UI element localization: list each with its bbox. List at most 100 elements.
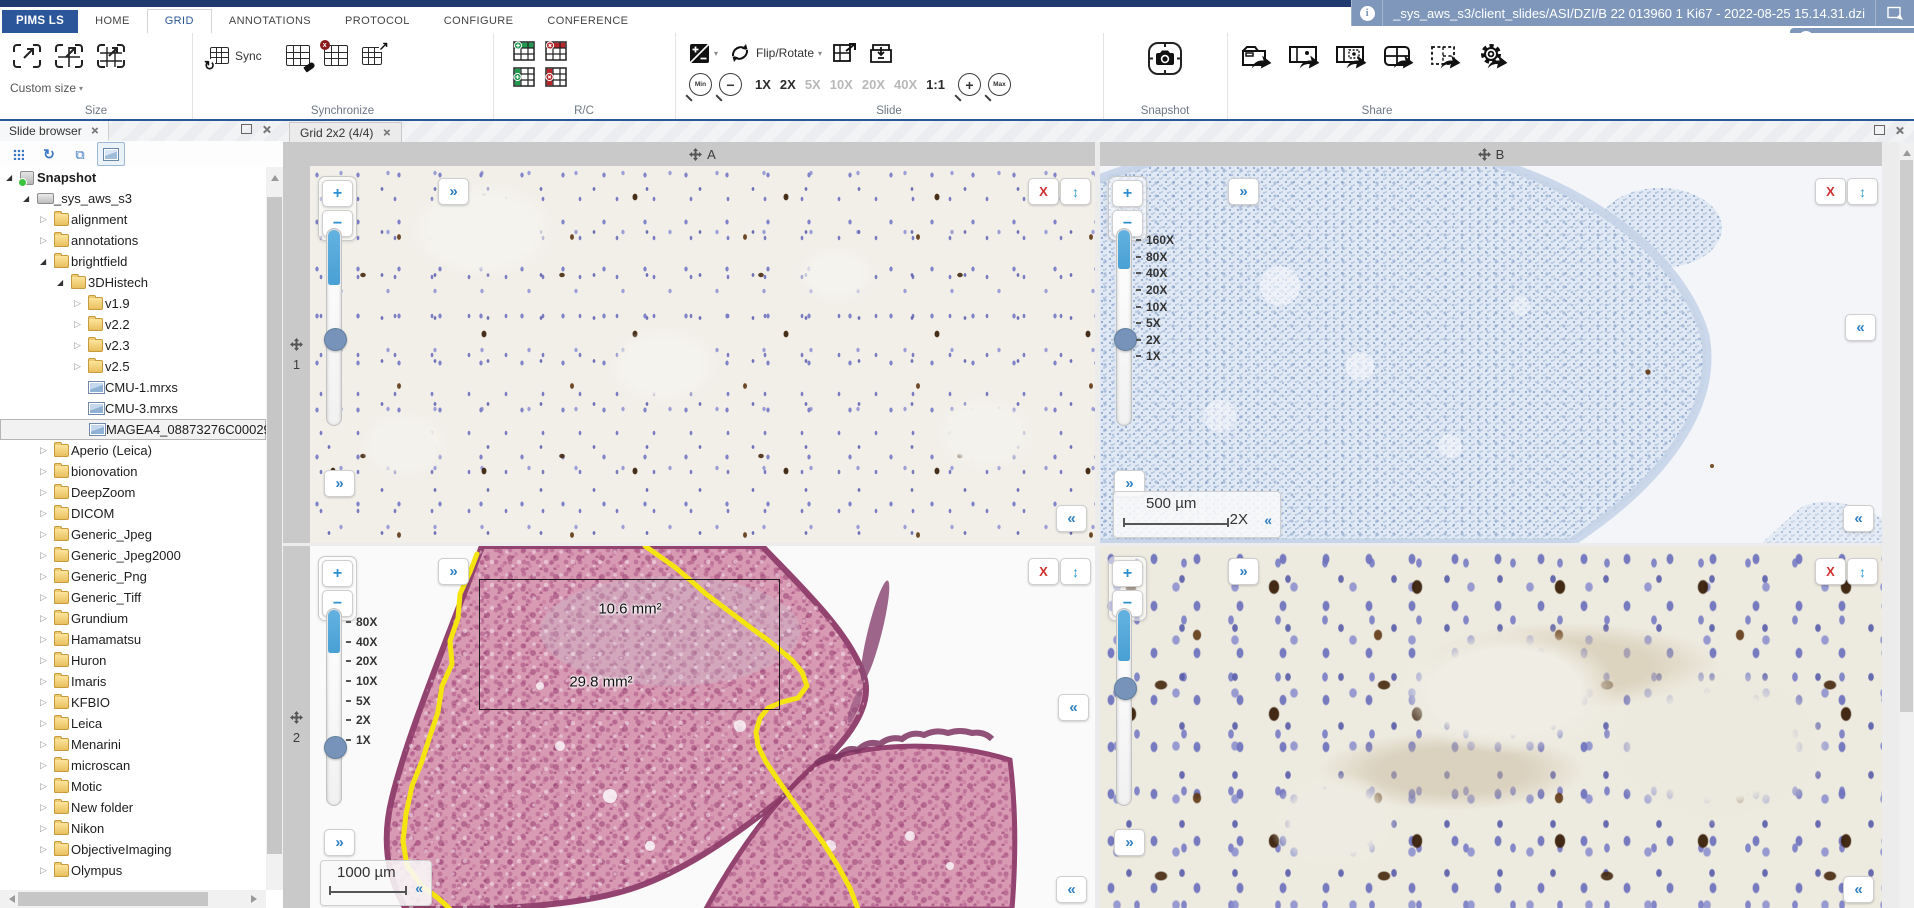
magnification-tick[interactable]: 10X [1136, 298, 1174, 315]
open-slide-button[interactable] [1875, 0, 1914, 26]
tree-item[interactable]: Generic_Png [0, 566, 266, 587]
thumbnails-button[interactable] [97, 142, 125, 166]
tree-item[interactable]: DeepZoom [0, 482, 266, 503]
zoom-in-button[interactable]: + [1112, 560, 1143, 587]
tree-item[interactable]: Motic [0, 776, 266, 797]
zoom-level[interactable]: 10X [830, 77, 853, 92]
fit-height-button[interactable]: ↕ [1060, 558, 1091, 585]
close-viewport-button[interactable]: X [1028, 178, 1059, 205]
share-slide-button[interactable] [1286, 41, 1324, 83]
magnification-tick[interactable]: 10X [346, 671, 377, 691]
tree-item[interactable]: Grundium [0, 608, 266, 629]
tree-item[interactable]: Leica [0, 713, 266, 734]
row-header-2[interactable]: 2 [283, 546, 310, 908]
collapse-corner-button[interactable]: « [1843, 505, 1874, 532]
zoom-in-button[interactable]: + [958, 73, 981, 96]
scroll-up-icon[interactable] [1903, 146, 1911, 156]
custom-size-dropdown[interactable]: Custom size ▾ [10, 81, 83, 95]
panel-tab-slide-browser[interactable]: Slide browser [0, 121, 109, 141]
zoom-level[interactable]: 40X [894, 77, 917, 92]
tree-expander-icon[interactable] [40, 718, 54, 729]
zoom-max-button[interactable]: Max [988, 73, 1011, 96]
tree-item[interactable]: Generic_Jpeg2000 [0, 545, 266, 566]
share-selection-button[interactable] [1427, 41, 1465, 83]
collapse-corner-button[interactable]: « [1843, 876, 1874, 903]
sync-button[interactable]: ↻ Sync [210, 47, 262, 64]
snapshot-camera-button[interactable] [1146, 41, 1184, 77]
fit-height-button[interactable]: ↕ [1847, 558, 1878, 585]
slide-image-ihc-highzoom[interactable] [1100, 546, 1882, 908]
tree-item[interactable]: _sys_aws_s3 [0, 188, 266, 209]
tree-expander-icon[interactable] [40, 508, 54, 519]
zoom-slider-handle[interactable] [1114, 677, 1137, 700]
tree-expander-icon[interactable] [40, 466, 54, 477]
tree-expander-icon[interactable] [40, 676, 54, 687]
magnification-tick[interactable]: 1X [346, 730, 377, 750]
tree-expander-icon[interactable] [40, 865, 54, 876]
zoom-in-button[interactable]: + [322, 180, 353, 207]
scrollbar-thumb[interactable] [1900, 160, 1913, 712]
collapse-scalebar-button[interactable]: « [1264, 512, 1272, 528]
add-row-button[interactable] [513, 41, 535, 61]
assign-grid-button[interactable] [286, 45, 310, 66]
close-viewport-button[interactable]: X [1815, 178, 1846, 205]
zoom-slider[interactable] [326, 608, 342, 806]
magnification-tick[interactable]: 20X [1136, 282, 1174, 299]
zoom-slider-handle[interactable] [324, 736, 347, 759]
collapse-corner-button[interactable]: « [1056, 505, 1087, 532]
tree-expander-icon[interactable] [40, 697, 54, 708]
scroll-left-icon[interactable] [5, 895, 15, 903]
tree-expander-icon[interactable] [40, 655, 54, 666]
adjust-image-button[interactable]: ▾ [689, 43, 718, 64]
tree-expander-icon[interactable] [40, 739, 54, 750]
magnification-tick[interactable]: 80X [346, 612, 377, 632]
viewport-c[interactable]: 10.6 mm² 29.8 mm² + − 80X [310, 546, 1095, 908]
menu-tab[interactable]: HOME [78, 10, 147, 33]
menu-tab[interactable]: CONFERENCE [530, 10, 645, 33]
magnification-tick[interactable]: 2X [1136, 332, 1174, 349]
tree-item[interactable]: KFBIO [0, 692, 266, 713]
resize-1x1-button[interactable] [10, 41, 44, 71]
add-column-button[interactable] [513, 67, 535, 87]
slide-image-ihc[interactable] [310, 166, 1095, 543]
expand-panel-button[interactable]: » [1228, 178, 1259, 205]
refresh-button[interactable]: ↻ [35, 142, 63, 166]
maximize-view-icon[interactable] [1874, 125, 1885, 135]
close-viewport-button[interactable]: X [1815, 558, 1846, 585]
zoom-level[interactable]: 1X [755, 77, 771, 92]
tree-item[interactable]: v2.2 [0, 314, 266, 335]
remove-grid-button[interactable]: x [324, 45, 348, 66]
tree-item[interactable]: MAGEA4_08873276C00029 [0, 419, 266, 440]
tree-item[interactable]: Snapshot [0, 167, 266, 188]
magnification-tick[interactable]: 40X [1136, 265, 1174, 282]
resize-2x2-button[interactable] [52, 41, 86, 71]
tree-expander-icon[interactable] [40, 802, 54, 813]
tree-item[interactable]: Huron [0, 650, 266, 671]
tree-expander-icon[interactable] [40, 823, 54, 834]
zoom-in-button[interactable]: + [322, 560, 353, 587]
tree-item[interactable]: Imaris [0, 671, 266, 692]
tree-expander-icon[interactable] [40, 235, 54, 246]
tree-item[interactable]: CMU-1.mrxs [0, 377, 266, 398]
tree-item[interactable]: Generic_Tiff [0, 587, 266, 608]
close-tab-icon[interactable] [383, 129, 391, 137]
zoom-level[interactable]: 5X [805, 77, 821, 92]
scrollbar-thumb[interactable] [267, 197, 282, 854]
tree-expander-icon[interactable] [40, 550, 54, 561]
tree-expander-icon[interactable] [74, 340, 88, 351]
tree-expander-icon[interactable] [23, 194, 37, 203]
tree-item[interactable]: DICOM [0, 503, 266, 524]
tree-item[interactable]: brightfield [0, 251, 266, 272]
tree-item[interactable]: Menarini [0, 734, 266, 755]
share-grid-button[interactable] [1380, 41, 1418, 83]
tree-item[interactable]: alignment [0, 209, 266, 230]
scroll-up-icon[interactable] [271, 171, 279, 181]
tree-expander-icon[interactable] [40, 487, 54, 498]
zoom-slider[interactable] [326, 228, 342, 426]
expand-bottom-button[interactable]: » [1114, 829, 1145, 856]
zoom-min-button[interactable]: Min [689, 73, 712, 96]
tree-item[interactable]: Nikon [0, 818, 266, 839]
tree-expander-icon[interactable] [40, 781, 54, 792]
menu-tab[interactable]: PROTOCOL [328, 10, 427, 33]
zoom-level[interactable]: 2X [780, 77, 796, 92]
